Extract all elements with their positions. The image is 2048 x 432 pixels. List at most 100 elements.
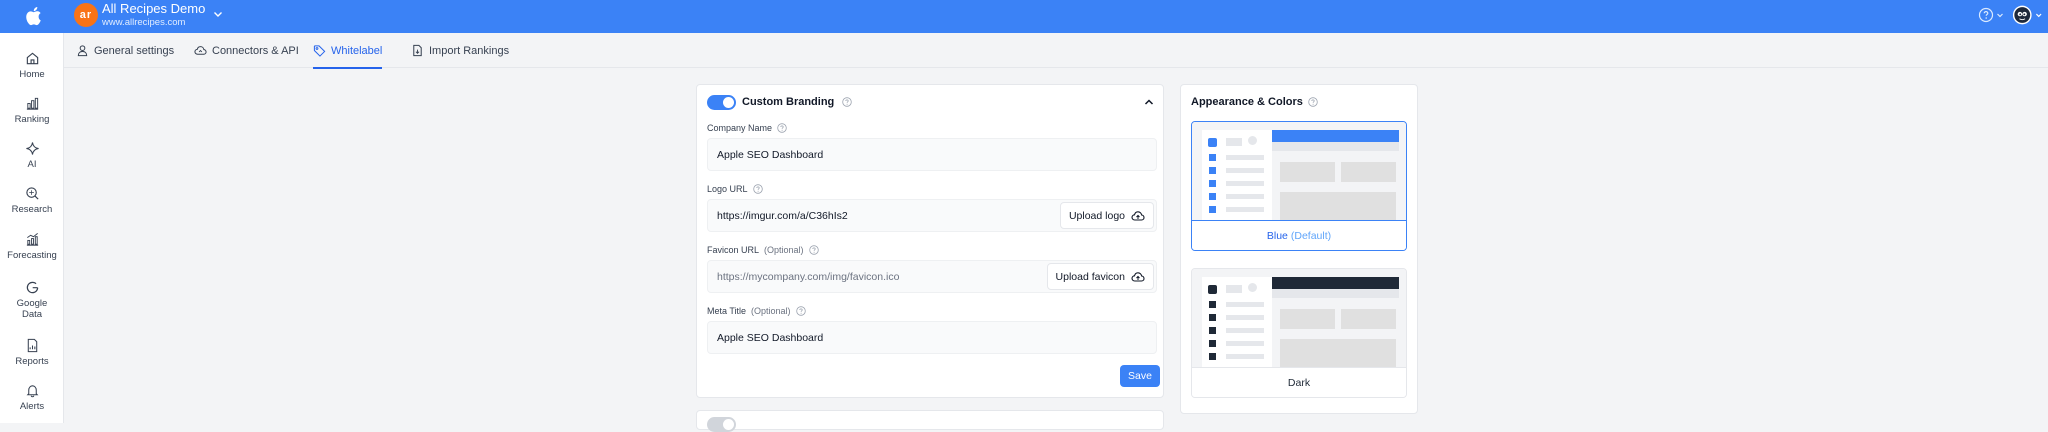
chevron-up-icon[interactable] [1143,96,1155,108]
report-icon [27,338,37,353]
preview-card [1280,162,1335,182]
sidebar-item-reports[interactable]: Reports [0,338,64,367]
theme-preview-blue [1192,122,1406,220]
help-button[interactable] [1978,4,2004,26]
favicon-url-input[interactable] [708,261,1047,292]
tab-general-settings[interactable]: General settings [76,33,174,68]
preview-subheader [1272,289,1399,298]
preview-nav [1209,154,1216,161]
sidebar-label: Research [11,204,53,215]
preview-card [1341,309,1396,329]
user-icon [77,45,88,57]
preview-line [1226,194,1264,199]
secondary-settings-card [696,410,1164,432]
sidebar-label: Google Data [16,298,48,320]
forecast-chart-icon [26,233,38,246]
chevron-down-icon [2035,13,2041,18]
theme-option-dark[interactable]: Dark [1191,268,1407,398]
preview-accent [1208,285,1217,294]
custom-branding-toggle[interactable] [707,95,736,110]
sidebar-item-ai[interactable]: AI [0,141,64,170]
theme-label-dark: Dark [1192,367,1406,397]
save-button[interactable]: Save [1120,365,1160,387]
preview-nav [1209,193,1216,200]
help-icon [1978,7,1994,23]
preview-card [1280,309,1335,329]
upload-favicon-button[interactable]: Upload favicon [1046,263,1154,290]
meta-title-input[interactable] [708,322,1156,353]
preview-dot [1248,136,1257,145]
favicon-url-field: Upload favicon [707,260,1157,293]
preview-header [1272,277,1399,289]
preview-line [1226,155,1264,160]
preview-card [1341,162,1396,182]
cloud-upload-icon [1131,271,1145,282]
user-menu[interactable] [2012,3,2042,27]
sidebar-item-research[interactable]: Research [0,186,64,215]
bar-chart-icon [26,97,38,110]
company-name-label: Company Name [707,123,787,133]
theme-name: Dark [1287,376,1311,389]
sidebar-label: Forecasting [7,250,57,261]
sparkle-icon [25,142,39,155]
preview-card [1280,339,1396,367]
optional-text: (Optional) [751,306,791,316]
sidebar: Home Ranking AI Research Forecasting Goo… [0,33,64,423]
favicon-url-label: Favicon URL (Optional) [707,245,819,255]
secondary-toggle[interactable] [707,417,736,432]
preview-nav [1209,340,1216,347]
chevron-down-icon [1997,13,2003,18]
sidebar-label: Ranking [14,114,50,125]
logo-url-label: Logo URL [707,184,763,194]
preview-line [1226,168,1264,173]
preview-accent [1208,138,1217,147]
cloud-icon [194,46,207,55]
logo-url-input[interactable] [708,200,1060,231]
appearance-title: Appearance & Colors [1191,96,1318,108]
sidebar-item-forecasting[interactable]: Forecasting [0,232,64,261]
preview-nav [1209,353,1216,360]
info-icon[interactable] [842,97,853,107]
tab-whitelabel[interactable]: Whitelabel [313,33,383,69]
preview-line [1226,328,1264,333]
info-icon[interactable] [752,184,763,194]
sidebar-label: Home [19,69,45,80]
project-avatar[interactable]: ar [74,3,98,27]
optional-text: (Optional) [764,245,804,255]
chevron-down-icon[interactable] [212,8,224,20]
preview-dot [1248,283,1257,292]
file-import-icon [413,44,422,57]
theme-name: Blue [1266,229,1288,242]
tab-label: General settings [94,44,175,57]
info-icon[interactable] [777,123,787,133]
upload-logo-button[interactable]: Upload logo [1059,202,1154,229]
preview-line [1226,354,1264,359]
preview-nav [1209,301,1216,308]
preview-nav [1209,314,1216,321]
theme-option-blue[interactable]: Blue (Default) [1191,121,1407,251]
meta-title-label: Meta Title (Optional) [707,306,806,316]
tab-import-rankings[interactable]: Import Rankings [411,33,509,68]
logo-url-field: Upload logo [707,199,1157,232]
custom-branding-card: Custom Branding Company Name Logo URL Up… [696,84,1164,398]
preview-nav [1209,206,1216,213]
info-icon[interactable] [1308,97,1318,107]
label-text: Favicon URL [707,245,760,255]
info-icon[interactable] [808,245,819,255]
sidebar-label: Alerts [19,401,45,412]
preview-nav [1209,180,1216,187]
cloud-upload-icon [1131,210,1145,221]
project-name[interactable]: All Recipes Demo [102,1,205,16]
company-name-field [707,138,1157,171]
tab-connectors-api[interactable]: Connectors & API [194,33,299,68]
appearance-title-text: Appearance & Colors [1191,96,1303,108]
company-name-input[interactable] [708,139,1156,170]
apple-icon[interactable] [24,6,42,26]
preview-line [1226,207,1264,212]
sidebar-item-alerts[interactable]: Alerts [0,383,64,412]
sidebar-item-home[interactable]: Home [0,51,64,80]
sidebar-item-ranking[interactable]: Ranking [0,96,64,125]
google-icon [26,281,38,294]
info-icon[interactable] [795,306,806,316]
sidebar-item-google-data[interactable]: Google Data [0,280,64,320]
